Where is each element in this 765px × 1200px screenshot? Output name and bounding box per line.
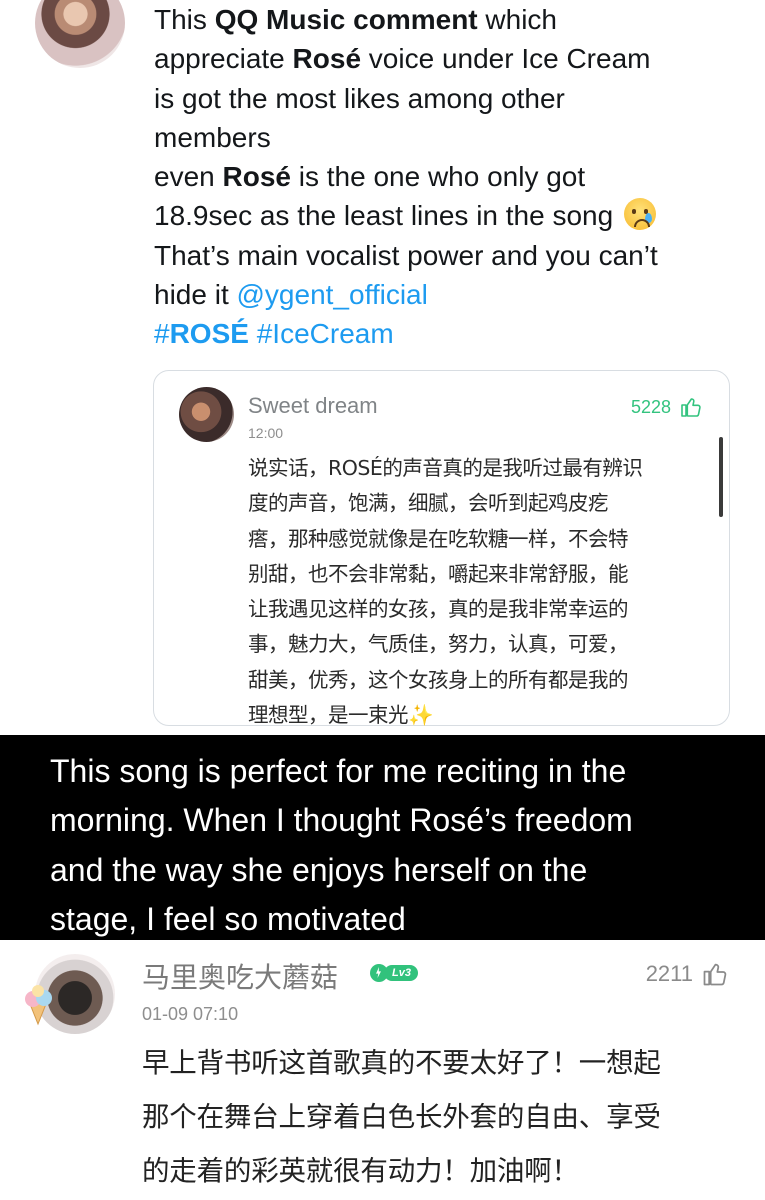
tweet-text-span: 18.9sec as the least lines in the song: [154, 200, 614, 232]
comment-line: 的走着的彩英就很有动力！加油啊！: [142, 1155, 579, 1187]
tweet: This QQ Music comment which appreciate R…: [0, 0, 765, 735]
comment-line: 让我遇见这样的女孩，真的是我非常幸运的: [248, 597, 629, 622]
like-count: 2211: [645, 961, 693, 986]
thumbs-up-icon: [681, 398, 701, 417]
tweet-text-span: which: [477, 4, 557, 35]
hashtag-rose-text: ROSÉ: [169, 318, 249, 350]
comment-line: 瘩，那种感觉就像是在吃软糖一样，不会特: [248, 526, 629, 551]
tweet-line: even Rosé is the one who only got: [154, 157, 744, 196]
comment-line: 理想型，是一束光✨: [248, 698, 703, 733]
caption-line: This song is perfect for me reciting in …: [50, 753, 627, 789]
comment-line: 说实话，ROSÉ的声音真的是我听过最有辨识: [248, 456, 643, 480]
tweet-text-bold: Rosé: [222, 161, 291, 193]
tweet-line: 18.9sec as the least lines in the song: [154, 196, 744, 235]
comment-body: 说实话，ROSÉ的声音真的是我听过最有辨识 度的声音，饱满，细腻，会听到起鸡皮疙…: [248, 451, 703, 733]
sparkles-icon: ✨: [408, 703, 434, 728]
tweet-text-bold: Rosé: [292, 43, 362, 75]
scrollbar[interactable]: [719, 437, 723, 517]
hashtag-prefix: #: [154, 318, 170, 350]
tweet-line: hide it @ygent_official: [154, 275, 744, 314]
comment-line: 度的声音，饱满，细腻，会听到起鸡皮疙: [248, 491, 609, 516]
tweet-text-span: is the one who only got: [290, 161, 586, 193]
quoted-comment-card: Sweet dream 12:00 5228 说实话，ROSÉ的声音真的是我听过…: [153, 370, 730, 727]
comment-line-text: 理想型，是一束光: [248, 703, 409, 728]
tweet-line: appreciate Rosé voice under Ice Cream: [154, 39, 744, 78]
caption-line: morning. When I thought Rosé’s freedom: [50, 802, 633, 839]
tweet-text-span: That’s main vocalist power and you can’t: [154, 239, 658, 271]
tweet-text-span: voice under Ice Cream: [361, 43, 651, 75]
tweet-text-span: is got the most likes among other: [154, 82, 565, 114]
comment-username[interactable]: Sweet dream: [248, 393, 378, 419]
tweet-text: This QQ Music comment which appreciate R…: [154, 0, 744, 354]
qq-music-comment: 马里奥吃大蘑菇 Lv3 01-09 07:10 2211 早上背书听这首歌真的不…: [0, 940, 765, 1200]
tweet-text-span: hide it: [154, 279, 237, 311]
like-count: 5228: [630, 396, 671, 417]
comment-timestamp: 12:00: [248, 425, 284, 441]
comment-line: 甜美，优秀，这个女孩身上的所有都是我的: [248, 667, 629, 692]
hashtag-rose-link[interactable]: #ROSÉ: [154, 318, 249, 349]
mention-link[interactable]: @ygent_official: [237, 279, 428, 310]
tweet-line: is got the most likes among other: [154, 79, 744, 118]
comment-line: 早上背书听这首歌真的不要太好了！一想起: [142, 1047, 661, 1079]
comment-user-avatar[interactable]: [179, 387, 234, 442]
comment-timestamp: 01-09 07:10: [142, 1004, 239, 1024]
user-level-badge: Lv3: [370, 964, 418, 982]
tweet-text-span: appreciate: [154, 43, 293, 75]
lightning-icon: [370, 964, 388, 982]
tweet-text-bold: QQ Music comment: [214, 4, 478, 35]
comment-line: 那个在舞台上穿着白色长外套的自由、享受: [142, 1101, 661, 1133]
like-button[interactable]: 2211: [646, 960, 729, 988]
tweet-line: members: [154, 118, 744, 157]
comment-username[interactable]: 马里奥吃大蘑菇: [142, 956, 338, 996]
caption-line: stage, I feel so motivated: [50, 901, 406, 938]
caption-text: This song is perfect for me reciting in …: [50, 747, 750, 945]
ice-cream-icon: [25, 985, 52, 1026]
tweet-line: #ROSÉ #IceCream: [154, 314, 744, 353]
comment-body: 早上背书听这首歌真的不要太好了！一想起 那个在舞台上穿着白色长外套的自由、享受 …: [142, 1036, 752, 1198]
thumbs-up-icon: [703, 963, 727, 986]
like-button[interactable]: 5228: [631, 395, 703, 419]
tweet-text-span: even: [154, 161, 223, 193]
hashtag-icecream-link[interactable]: #IceCream: [257, 318, 394, 349]
tweet-author-avatar[interactable]: [35, 0, 125, 68]
tweet-text-span: members: [154, 121, 271, 153]
tweet-text-span: This: [154, 4, 215, 35]
caption-line: and the way she enjoys herself on the: [50, 851, 588, 888]
tweet-line: That’s main vocalist power and you can’t: [154, 236, 744, 275]
comment-line: 事，魅力大，气质佳，努力，认真，可爱，: [248, 632, 629, 657]
level-label: Lv3: [384, 965, 418, 981]
crying-face-emoji-icon: [623, 198, 656, 231]
tweet-line: This QQ Music comment which: [154, 0, 744, 39]
comment-line: 别甜，也不会非常黏，嚼起来非常舒服，能: [248, 561, 629, 586]
translation-caption: This song is perfect for me reciting in …: [0, 735, 765, 940]
